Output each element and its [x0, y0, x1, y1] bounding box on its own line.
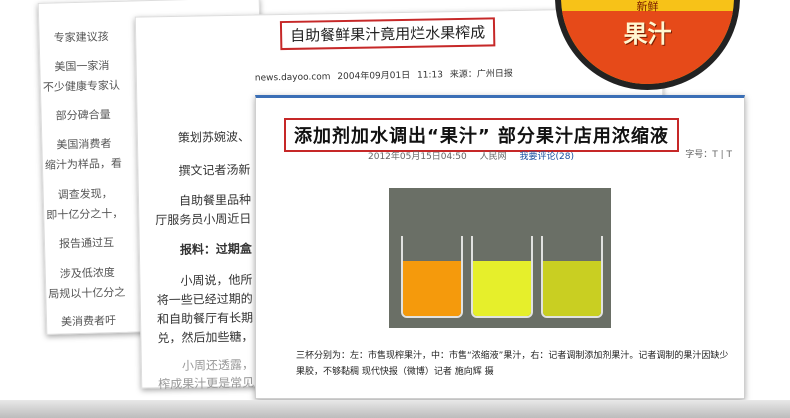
article-line: 和自助餐厅有长期	[156, 310, 254, 327]
article-line: 美国一家消	[54, 59, 110, 74]
font-size-control[interactable]: 字号：T | T	[685, 147, 732, 160]
article-meta: news.dayoo.com 2004年09月01日 11:13 来源：广州日报	[254, 69, 513, 84]
beaker-right	[541, 236, 603, 318]
headline: 自助餐鲜果汁竟用烂水果榨成	[279, 17, 496, 51]
article-line: 自助餐里品种	[178, 192, 252, 208]
source: 人民网	[479, 152, 507, 162]
article-line: 美国消费者	[56, 137, 112, 152]
liquid-left	[403, 261, 461, 316]
article-line: 不少健康专家认	[42, 78, 121, 94]
article-line: 涉及低浓度	[59, 266, 115, 281]
beaker-left	[401, 236, 463, 318]
liquid-middle	[473, 261, 531, 316]
article-line: 缩汁为样品，看	[44, 156, 123, 172]
article-meta: 2012年05月15日04:50 人民网 我要评论(28)	[368, 149, 584, 162]
bottom-bar	[0, 400, 790, 418]
photo-caption: 三杯分别为：左：市售现榨果汁，中：市售“浓缩液”果汁，右：记者调制添加剂果汁。记…	[296, 351, 729, 377]
juice-logo: 新鲜 果汁	[555, 0, 740, 90]
article-line: 厅服务员小周近日	[155, 211, 252, 228]
article-line: 小周还透露，	[181, 357, 255, 373]
logo-small-text: 新鲜	[636, 0, 659, 13]
article-line: 局规以十亿分之	[48, 285, 126, 301]
beaker-middle	[471, 236, 533, 318]
article-line: 策划苏婉波、	[177, 129, 251, 145]
comment-link[interactable]: 我要评论(28)	[520, 152, 574, 162]
liquid-right	[543, 261, 601, 316]
article-line: 部分碑合量	[55, 108, 111, 123]
juice-photo	[389, 188, 611, 328]
article-line: 专家建议孩	[53, 30, 109, 45]
headline: 添加剂加水调出“果汁” 部分果汁店用浓缩液	[284, 118, 679, 152]
article-line: 小周说，他所	[180, 272, 253, 288]
article-line: 调查发现，	[57, 187, 113, 202]
article-line: 撰文记者汤新	[178, 162, 251, 178]
article-line: 兑，然后加些糖，	[157, 329, 254, 346]
article-line: 将一些已经过期的	[156, 291, 253, 308]
article-line: 美消费者吁	[60, 314, 117, 329]
article-line: 榨成果汁更是常见	[158, 375, 255, 392]
logo-text: 果汁	[623, 20, 672, 48]
article-line: 即十亿分之十，	[46, 206, 124, 222]
article-line: 报告通过互	[58, 236, 115, 251]
publish-date: 2012年05月15日04:50	[368, 152, 467, 162]
article-line: 报料：过期盒	[179, 241, 252, 257]
front-news-card: 添加剂加水调出“果汁” 部分果汁店用浓缩液 2012年05月15日04:50 人…	[255, 95, 745, 399]
